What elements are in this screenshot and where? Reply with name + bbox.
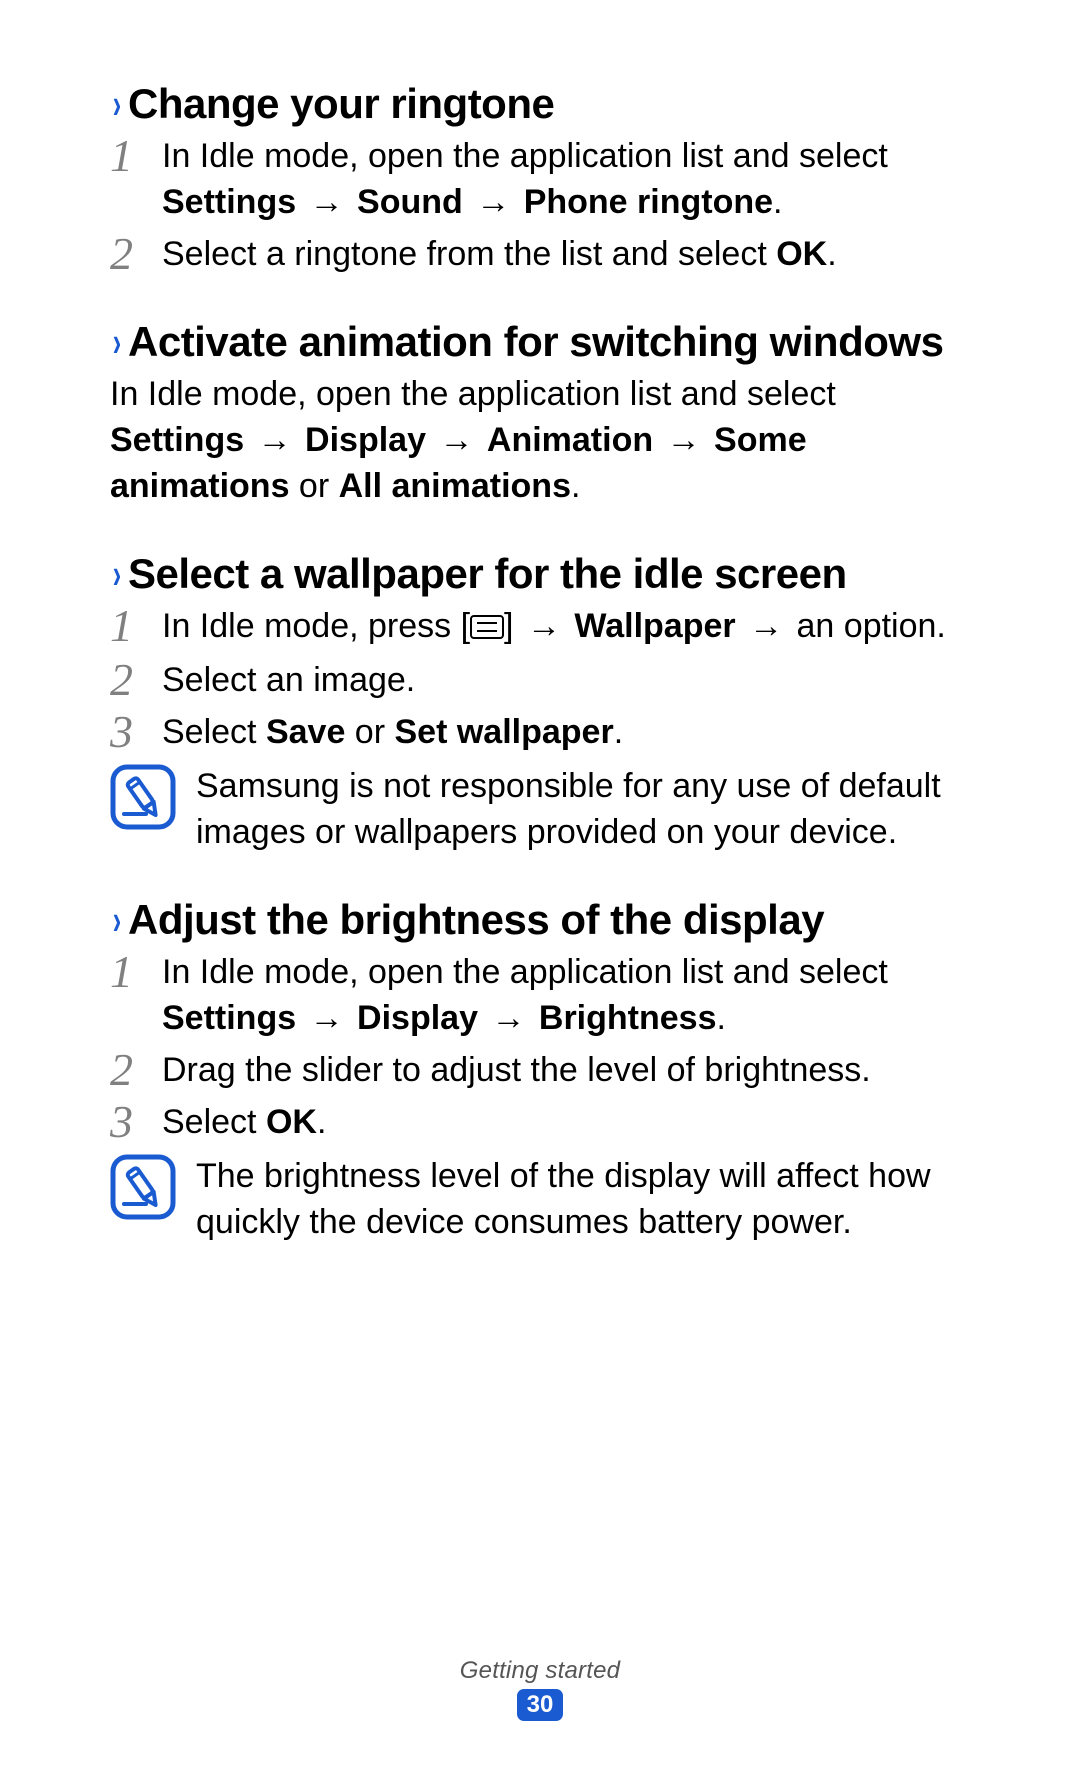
section-heading: ›Activate animation for switching window…	[110, 318, 970, 366]
step-number: 1	[110, 132, 144, 180]
section-heading: ›Select a wallpaper for the idle screen	[110, 550, 970, 598]
step-number: 2	[110, 230, 144, 278]
step-item: 1 In Idle mode, open the application list…	[110, 134, 970, 226]
arrow-glyph: →	[306, 999, 348, 1037]
section-heading: ›Adjust the brightness of the display	[110, 896, 970, 944]
page-number-badge: 30	[517, 1689, 563, 1721]
step-list: 1 In Idle mode, press [] → Wallpaper → an…	[110, 604, 970, 756]
step-number: 1	[110, 602, 144, 650]
arrow-glyph: →	[435, 421, 477, 459]
heading-text: Adjust the brightness of the display	[128, 896, 824, 944]
note-text: Samsung is not responsible for any use o…	[196, 764, 970, 856]
heading-text: Activate animation for switching windows	[128, 318, 943, 366]
note-text: The brightness level of the display will…	[196, 1154, 970, 1246]
arrow-glyph: →	[472, 183, 514, 221]
section-ringtone: ›Change your ringtone1 In Idle mode, open…	[110, 80, 970, 278]
step-body: Drag the slider to adjust the level of b…	[162, 1048, 871, 1094]
page-footer: Getting started 30	[0, 1657, 1080, 1721]
step-number: 1	[110, 948, 144, 996]
step-number: 3	[110, 1098, 144, 1146]
section-paragraph: In Idle mode, open the application list …	[110, 372, 970, 510]
footer-section-label: Getting started	[0, 1657, 1080, 1685]
section-wallpaper: ›Select a wallpaper for the idle screen1…	[110, 550, 970, 856]
step-body: In Idle mode, press [] → Wallpaper → an …	[162, 604, 946, 652]
step-body: Select an image.	[162, 658, 415, 704]
note-block: Samsung is not responsible for any use o…	[110, 764, 970, 856]
note-icon	[110, 764, 176, 830]
step-item: 1 In Idle mode, open the application list…	[110, 950, 970, 1042]
section-animation: ›Activate animation for switching window…	[110, 318, 970, 510]
step-body: Select Save or Set wallpaper.	[162, 710, 623, 756]
step-item: 3 Select OK.	[110, 1100, 970, 1146]
section-brightness: ›Adjust the brightness of the display1 In…	[110, 896, 970, 1246]
step-body: In Idle mode, open the application list …	[162, 134, 970, 226]
step-body: In Idle mode, open the application list …	[162, 950, 970, 1042]
step-item: 2 Select an image.	[110, 658, 970, 704]
step-item: 3 Select Save or Set wallpaper.	[110, 710, 970, 756]
chevron-icon: ›	[113, 321, 121, 363]
heading-text: Change your ringtone	[128, 80, 554, 128]
step-body: Select OK.	[162, 1100, 326, 1146]
step-body: Select a ringtone from the list and sele…	[162, 232, 837, 278]
step-number: 2	[110, 1046, 144, 1094]
step-number: 3	[110, 708, 144, 756]
manual-page: ›Change your ringtone1In Idle mode, open…	[0, 0, 1080, 1771]
chevron-icon: ›	[113, 553, 121, 595]
menu-key-icon	[470, 606, 504, 652]
arrow-glyph: →	[523, 607, 565, 645]
step-item: 2 Drag the slider to adjust the level of …	[110, 1048, 970, 1094]
step-list: 1 In Idle mode, open the application list…	[110, 950, 970, 1146]
step-list: 1 In Idle mode, open the application list…	[110, 134, 970, 278]
arrow-glyph: →	[306, 183, 348, 221]
note-block: The brightness level of the display will…	[110, 1154, 970, 1246]
section-heading: ›Change your ringtone	[110, 80, 970, 128]
step-item: 1 In Idle mode, press [] → Wallpaper → an…	[110, 604, 970, 652]
step-number: 2	[110, 656, 144, 704]
arrow-glyph: →	[745, 607, 787, 645]
chevron-icon: ›	[113, 899, 121, 941]
note-icon	[110, 1154, 176, 1220]
step-item: 2 Select a ringtone from the list and sel…	[110, 232, 970, 278]
heading-text: Select a wallpaper for the idle screen	[128, 550, 847, 598]
arrow-glyph: →	[487, 999, 529, 1037]
arrow-glyph: →	[254, 421, 296, 459]
chevron-icon: ›	[113, 83, 121, 125]
arrow-glyph: →	[663, 421, 705, 459]
